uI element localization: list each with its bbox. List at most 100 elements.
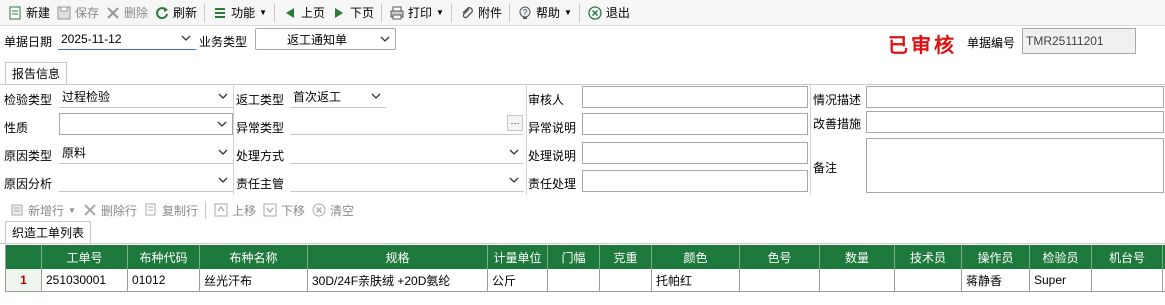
table-cell[interactable]: 蒋静香 bbox=[962, 269, 1030, 291]
copy-row-button[interactable]: 复制行 bbox=[140, 199, 201, 221]
tab-report-info[interactable]: 报告信息 bbox=[5, 62, 68, 84]
column-header[interactable]: 规格 bbox=[308, 245, 488, 269]
table-cell[interactable]: 托帕红 bbox=[652, 269, 740, 291]
help-button[interactable]: ? 帮助 ▼ bbox=[514, 2, 575, 24]
move-up-button[interactable]: 上移 bbox=[210, 199, 259, 221]
rework-type-select[interactable]: 首次返工 bbox=[290, 86, 386, 108]
grid-header: 工单号 布种代码 布种名称 规格 计量单位 门幅 克重 颜色 色号 数量 技术员 操作员 检验员 机台号 bbox=[6, 245, 1165, 269]
handle-desc-label: 处理说明 bbox=[528, 149, 577, 163]
refresh-button[interactable]: 刷新 bbox=[151, 2, 200, 24]
table-cell[interactable]: 01012 bbox=[128, 269, 200, 291]
column-header[interactable]: 操作员 bbox=[962, 245, 1030, 269]
table-cell[interactable] bbox=[740, 269, 820, 291]
cause-analysis-select[interactable] bbox=[59, 170, 233, 192]
delete-row-button[interactable]: 删除行 bbox=[79, 199, 140, 221]
table-row[interactable]: 1 251030001 01012 丝光汗布 30D/24F亲肤绒 +20D氨纶 公斤 托帕… bbox=[6, 269, 1165, 292]
toolbar-separator bbox=[508, 3, 510, 22]
column-header[interactable]: 计量单位 bbox=[488, 245, 548, 269]
reviewer-label: 审核人 bbox=[528, 93, 565, 107]
column-header[interactable]: 机台号 bbox=[1092, 245, 1163, 269]
column-header[interactable]: 数量 bbox=[820, 245, 895, 269]
help-icon: ? bbox=[517, 5, 533, 21]
responsible-label: 责任主管 bbox=[236, 177, 285, 191]
chevron-down-icon: ▼ bbox=[564, 8, 572, 17]
handle-method-select[interactable] bbox=[290, 142, 524, 164]
ellipsis-icon[interactable]: ··· bbox=[507, 115, 523, 131]
date-field[interactable]: 2025-11-12 bbox=[58, 28, 196, 50]
situation-field[interactable] bbox=[866, 86, 1164, 108]
new-button[interactable]: 新建 bbox=[4, 2, 53, 24]
delete-button[interactable]: 删除 bbox=[102, 2, 151, 24]
column-header[interactable]: 颜色 bbox=[652, 245, 740, 269]
abnormal-desc-field[interactable] bbox=[582, 113, 808, 135]
column-header[interactable]: 布种代码 bbox=[128, 245, 200, 269]
clear-button[interactable]: 清空 bbox=[308, 199, 357, 221]
column-header[interactable]: 检验员 bbox=[1030, 245, 1092, 269]
abnormal-type-field[interactable]: ··· bbox=[290, 113, 524, 135]
biz-type-select[interactable]: 返工通知单 bbox=[255, 28, 396, 50]
column-header[interactable]: 克重 bbox=[600, 245, 652, 269]
table-cell[interactable] bbox=[548, 269, 600, 291]
column-divider bbox=[526, 85, 527, 195]
responsible-select[interactable] bbox=[290, 170, 524, 192]
main-toolbar: 新建 保存 删除 刷新 功能 ▼ 上页 下页 打印 ▼ 附件 ? 帮助 ▼ 退出 bbox=[0, 0, 1165, 26]
inspection-type-select[interactable]: 过程检验 bbox=[59, 86, 233, 108]
list-icon bbox=[212, 5, 228, 21]
table-cell[interactable]: 30D/24F亲肤绒 +20D氨纶 bbox=[308, 269, 488, 291]
row-number: 1 bbox=[6, 269, 42, 291]
table-cell[interactable]: 251030001 bbox=[42, 269, 128, 291]
resp-handle-field[interactable] bbox=[582, 170, 808, 192]
table-cell[interactable] bbox=[820, 269, 895, 291]
remark-field[interactable] bbox=[866, 138, 1164, 193]
improve-field[interactable] bbox=[866, 111, 1164, 133]
tab-divider bbox=[0, 243, 1165, 244]
toolbar-separator bbox=[274, 3, 275, 22]
column-header[interactable]: 技术员 bbox=[895, 245, 962, 269]
add-row-button[interactable]: 新增行 ▼ bbox=[6, 199, 79, 221]
toolbar-separator bbox=[204, 201, 206, 219]
cause-type-label: 原因类型 bbox=[4, 149, 53, 163]
table-cell[interactable] bbox=[895, 269, 962, 291]
column-divider bbox=[810, 85, 811, 195]
column-header[interactable]: 门幅 bbox=[548, 245, 600, 269]
cause-type-value: 原料 bbox=[62, 146, 87, 160]
next-page-button[interactable]: 下页 bbox=[328, 2, 377, 24]
prev-page-button[interactable]: 上页 bbox=[279, 2, 328, 24]
tab-report-info-label: 报告信息 bbox=[12, 67, 61, 81]
toolbar-separator bbox=[450, 3, 452, 22]
reviewer-field[interactable] bbox=[582, 86, 808, 108]
cause-type-select[interactable]: 原料 bbox=[59, 142, 233, 164]
function-menu-label: 功能 bbox=[231, 6, 256, 20]
save-button[interactable]: 保存 bbox=[53, 2, 102, 24]
tab-work-order-list-label: 织造工单列表 bbox=[12, 226, 85, 240]
new-document-icon bbox=[7, 5, 23, 21]
handle-desc-field[interactable] bbox=[582, 142, 808, 164]
table-cell[interactable]: 丝光汗布 bbox=[200, 269, 308, 291]
printer-icon bbox=[389, 5, 405, 21]
nature-select[interactable] bbox=[59, 113, 233, 135]
column-header[interactable]: 色号 bbox=[740, 245, 820, 269]
function-menu-button[interactable]: 功能 ▼ bbox=[209, 2, 270, 24]
exit-button[interactable]: 退出 bbox=[584, 2, 633, 24]
table-cell[interactable] bbox=[1092, 269, 1163, 291]
column-divider bbox=[233, 85, 234, 195]
doc-no-field[interactable]: TMR25111201 bbox=[1022, 28, 1136, 54]
situation-label: 情况描述 bbox=[813, 93, 862, 107]
table-cell[interactable]: 公斤 bbox=[488, 269, 548, 291]
column-header[interactable]: 工单号 bbox=[42, 245, 128, 269]
help-button-label: 帮助 bbox=[535, 6, 560, 20]
inspection-type-value: 过程检验 bbox=[62, 90, 111, 104]
chevron-down-icon: ▼ bbox=[436, 8, 444, 17]
doc-no-value: TMR25111201 bbox=[1026, 34, 1104, 48]
chevron-down-icon bbox=[509, 177, 519, 183]
table-cell[interactable]: Super bbox=[1030, 269, 1092, 291]
copy-icon bbox=[143, 202, 159, 218]
row-toolbar: 新增行 ▼ 删除行 复制行 上移 下移 清空 bbox=[6, 200, 357, 220]
table-cell[interactable] bbox=[600, 269, 652, 291]
attachment-button[interactable]: 附件 bbox=[456, 2, 505, 24]
print-button[interactable]: 打印 ▼ bbox=[386, 2, 447, 24]
move-down-button[interactable]: 下移 bbox=[259, 199, 308, 221]
add-row-icon bbox=[9, 202, 25, 218]
column-header[interactable]: 布种名称 bbox=[200, 245, 308, 269]
tab-work-order-list[interactable]: 织造工单列表 bbox=[5, 221, 92, 243]
